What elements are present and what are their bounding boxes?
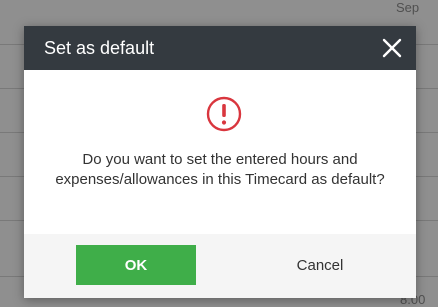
dialog-body: Do you want to set the entered hours and… — [24, 70, 416, 234]
dialog-footer: OK Cancel — [24, 234, 416, 298]
set-default-dialog: Set as default Do you want to set the en… — [24, 26, 416, 298]
ok-button[interactable]: OK — [76, 245, 196, 285]
dialog-header: Set as default — [24, 26, 416, 70]
confirmation-message: Do you want to set the entered hours and… — [55, 151, 385, 188]
close-button[interactable] — [378, 34, 406, 62]
cancel-button[interactable]: Cancel — [260, 245, 380, 285]
close-icon — [382, 38, 402, 58]
exclamation-circle-icon — [206, 96, 242, 132]
dialog-title: Set as default — [44, 38, 155, 58]
